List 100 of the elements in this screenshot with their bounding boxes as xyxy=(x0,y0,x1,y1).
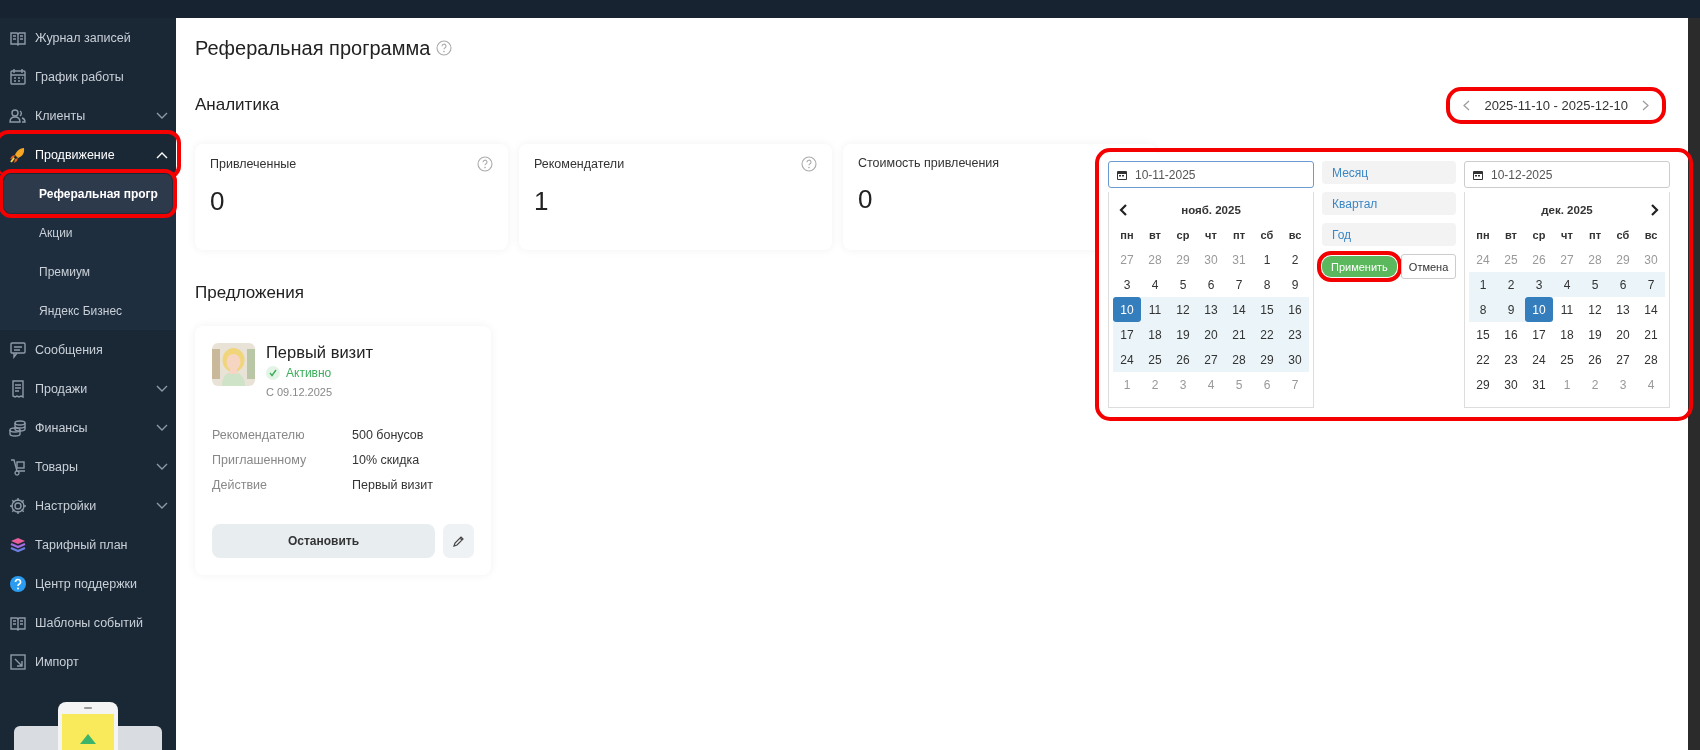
calendar-day[interactable]: 12 xyxy=(1169,297,1197,322)
calendar-day[interactable]: 6 xyxy=(1609,272,1637,297)
calendar-day[interactable]: 11 xyxy=(1141,297,1169,322)
calendar-day[interactable]: 6 xyxy=(1197,272,1225,297)
calendar-day[interactable]: 26 xyxy=(1581,347,1609,372)
calendar-day[interactable]: 4 xyxy=(1141,272,1169,297)
calendar-day[interactable]: 10 xyxy=(1525,297,1553,322)
calendar-day[interactable]: 27 xyxy=(1609,347,1637,372)
calendar-day[interactable]: 20 xyxy=(1609,322,1637,347)
sidebar-item[interactable]: Импорт xyxy=(0,642,176,681)
calendar-day[interactable]: 19 xyxy=(1581,322,1609,347)
calendar-day[interactable]: 29 xyxy=(1469,372,1497,397)
calendar-day[interactable]: 14 xyxy=(1225,297,1253,322)
calendar-day[interactable]: 28 xyxy=(1225,347,1253,372)
calendar-day[interactable]: 30 xyxy=(1281,347,1309,372)
calendar-day[interactable]: 26 xyxy=(1169,347,1197,372)
sidebar-item[interactable]: Тарифный план xyxy=(0,525,176,564)
calendar-day[interactable]: 1 xyxy=(1469,272,1497,297)
calendar-day[interactable]: 29 xyxy=(1253,347,1281,372)
sidebar-subitem[interactable]: Акции xyxy=(4,213,172,252)
calendar-day[interactable]: 30 xyxy=(1497,372,1525,397)
calendar-icon xyxy=(9,67,27,86)
calendar-day[interactable]: 15 xyxy=(1469,322,1497,347)
calendar-day[interactable]: 17 xyxy=(1113,322,1141,347)
rocket-icon xyxy=(9,145,27,164)
detail-value: 500 бонусов xyxy=(352,428,425,442)
calendar-day[interactable]: 15 xyxy=(1253,297,1281,322)
calendar-day[interactable]: 18 xyxy=(1141,322,1169,347)
edit-button[interactable] xyxy=(443,524,474,558)
stat-value: 1 xyxy=(534,186,549,217)
calendar-day[interactable]: 22 xyxy=(1253,322,1281,347)
sidebar-item[interactable]: Шаблоны событий xyxy=(0,603,176,642)
calendar-day[interactable]: 12 xyxy=(1581,297,1609,322)
sidebar-item[interactable]: Продажи xyxy=(0,369,176,408)
calendar-day[interactable]: 24 xyxy=(1525,347,1553,372)
calendar-day[interactable]: 5 xyxy=(1169,272,1197,297)
stop-button[interactable]: Остановить xyxy=(212,524,435,558)
calendar-day[interactable]: 3 xyxy=(1113,272,1141,297)
calendar-day[interactable]: 9 xyxy=(1497,297,1525,322)
sidebar-item[interactable]: Клиенты xyxy=(0,96,176,135)
calendar-day[interactable]: 24 xyxy=(1113,347,1141,372)
help-icon xyxy=(477,156,493,172)
coins-icon xyxy=(9,418,27,437)
cancel-button[interactable]: Отмена xyxy=(1400,254,1457,279)
date-input[interactable]: 10-12-2025 xyxy=(1464,161,1670,188)
sidebar-item[interactable]: Настройки xyxy=(0,486,176,525)
calendar-day[interactable]: 17 xyxy=(1525,322,1553,347)
range-option[interactable]: Год xyxy=(1322,223,1456,246)
month-label: нояб. 2025 xyxy=(1180,204,1242,216)
weekday-label: вс xyxy=(1643,227,1659,243)
calendar-day[interactable]: 28 xyxy=(1637,347,1665,372)
range-option[interactable]: Квартал xyxy=(1322,192,1456,215)
calendar-day[interactable]: 21 xyxy=(1225,322,1253,347)
calendar-day[interactable]: 20 xyxy=(1197,322,1225,347)
sidebar-item[interactable]: Товары xyxy=(0,447,176,486)
calendar-day[interactable]: 7 xyxy=(1225,272,1253,297)
calendar-day[interactable]: 25 xyxy=(1141,347,1169,372)
calendar-day[interactable]: 18 xyxy=(1553,322,1581,347)
sidebar-item[interactable]: Журнал записей xyxy=(0,18,176,57)
sidebar-subitem[interactable]: Яндекс Бизнес xyxy=(4,291,172,330)
calendar-day[interactable]: 23 xyxy=(1497,347,1525,372)
calendar-day[interactable]: 13 xyxy=(1609,297,1637,322)
cart-icon xyxy=(9,457,27,476)
calendar-day[interactable]: 7 xyxy=(1637,272,1665,297)
month-label: дек. 2025 xyxy=(1540,204,1594,216)
calendar-day[interactable]: 2 xyxy=(1281,247,1309,272)
calendar-day[interactable]: 21 xyxy=(1637,322,1665,347)
range-option[interactable]: Месяц xyxy=(1322,161,1456,184)
calendar-day[interactable]: 3 xyxy=(1525,272,1553,297)
calendar-day[interactable]: 16 xyxy=(1497,322,1525,347)
calendar-day[interactable]: 25 xyxy=(1553,347,1581,372)
sidebar-item[interactable]: Центр поддержки xyxy=(0,564,176,603)
calendar-day[interactable]: 14 xyxy=(1637,297,1665,322)
section-heading: Аналитика xyxy=(195,95,280,115)
calendar-day[interactable]: 9 xyxy=(1281,272,1309,297)
calendar-day[interactable]: 10 xyxy=(1113,297,1141,322)
start-date: С 09.12.2025 xyxy=(266,386,334,398)
calendar-day[interactable]: 8 xyxy=(1469,297,1497,322)
calendar-day[interactable]: 5 xyxy=(1581,272,1609,297)
calendar-day[interactable]: 1 xyxy=(1253,247,1281,272)
sidebar-item[interactable]: Сообщения xyxy=(0,330,176,369)
calendar-day[interactable]: 27 xyxy=(1197,347,1225,372)
sidebar-item[interactable]: Продвижение xyxy=(0,135,176,174)
calendar-day[interactable]: 4 xyxy=(1553,272,1581,297)
layers-icon xyxy=(9,535,27,554)
calendar-day[interactable]: 11 xyxy=(1553,297,1581,322)
calendar-day[interactable]: 22 xyxy=(1469,347,1497,372)
calendar-day[interactable]: 8 xyxy=(1253,272,1281,297)
calendar-day[interactable]: 31 xyxy=(1525,372,1553,397)
calendar-day[interactable]: 23 xyxy=(1281,322,1309,347)
detail-label: Действие xyxy=(212,478,268,492)
calendar-day[interactable]: 13 xyxy=(1197,297,1225,322)
sidebar-item[interactable]: Финансы xyxy=(0,408,176,447)
sidebar-item[interactable]: График работы xyxy=(0,57,176,96)
import-icon xyxy=(9,652,27,671)
calendar-day[interactable]: 2 xyxy=(1497,272,1525,297)
calendar-day[interactable]: 16 xyxy=(1281,297,1309,322)
calendar-day[interactable]: 19 xyxy=(1169,322,1197,347)
sidebar-subitem[interactable]: Премиум xyxy=(4,252,172,291)
date-input[interactable]: 10-11-2025 xyxy=(1108,161,1314,188)
